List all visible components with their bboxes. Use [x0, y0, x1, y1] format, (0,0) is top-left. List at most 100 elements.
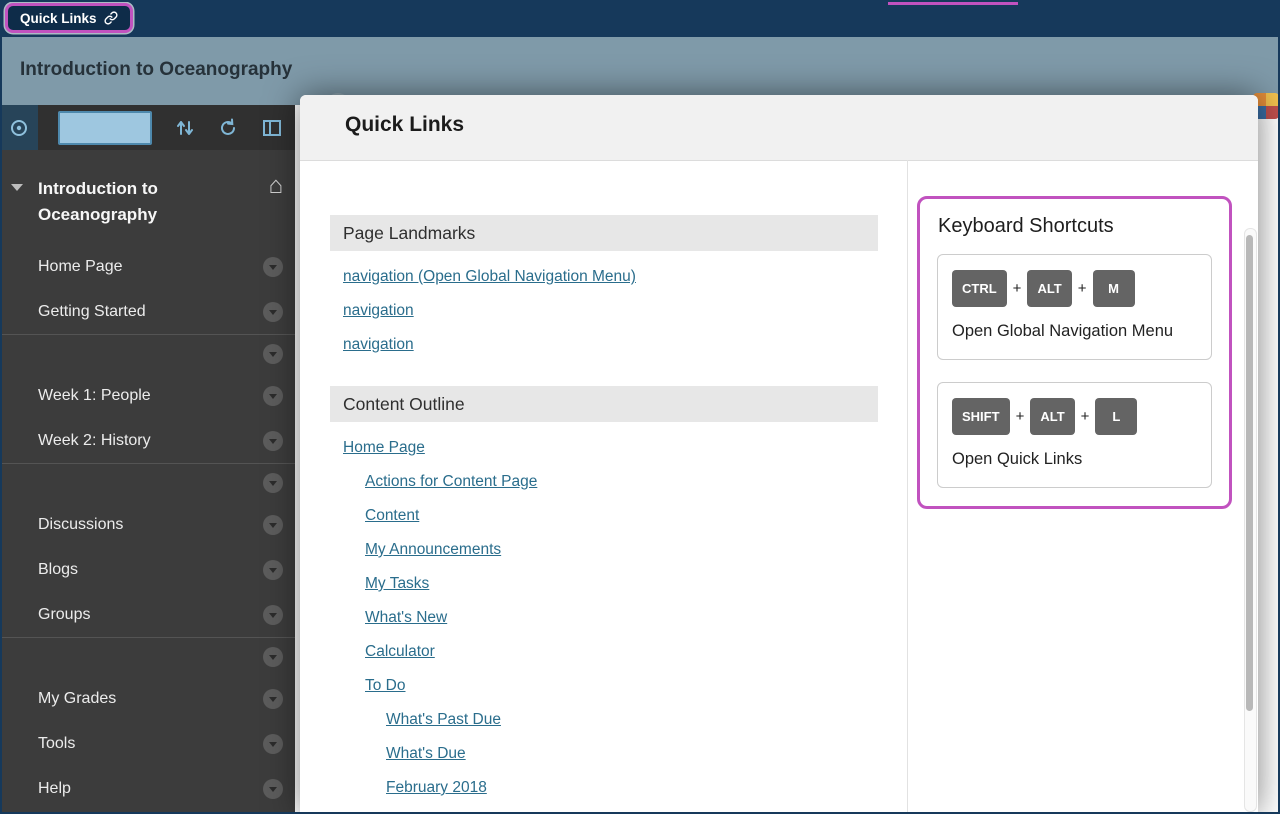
menu-view-toggle[interactable]: [58, 111, 152, 145]
top-accent-strip: [888, 0, 1018, 5]
keycap: SHIFT: [952, 398, 1010, 435]
outline-link-anchor[interactable]: What's New: [365, 609, 447, 626]
shortcut-card: CTRL + ALT + M Open Global Navigation Me…: [937, 254, 1212, 360]
hide-link-chevron[interactable]: [263, 779, 283, 799]
sidebar-item-home-page[interactable]: Home Page: [0, 244, 295, 289]
course-menu-sidebar: Introduction to Oceanography ⌂ Home Page…: [0, 105, 295, 814]
shortcut-label: Open Global Navigation Menu: [952, 319, 1197, 344]
sort-arrows-icon[interactable]: [176, 118, 194, 138]
top-bar: Quick Links: [0, 0, 1280, 37]
hide-link-chevron[interactable]: [263, 302, 283, 322]
sidebar-item-label: Getting Started: [38, 303, 146, 321]
landmark-link: navigation: [343, 328, 878, 362]
sidebar-course-header[interactable]: Introduction to Oceanography ⌂: [0, 150, 295, 244]
sidebar-item-week2[interactable]: Week 2: History: [0, 418, 295, 463]
outline-link-anchor[interactable]: What's Due: [386, 745, 466, 762]
modal-title: Quick Links: [345, 113, 464, 137]
landmark-link: navigation (Open Global Navigation Menu): [343, 260, 878, 294]
sidebar-item-my-grades[interactable]: My Grades: [0, 676, 295, 721]
hide-link-chevron[interactable]: [263, 431, 283, 451]
sidebar-toolbar: [0, 105, 295, 150]
shortcut-label: Open Quick Links: [952, 447, 1197, 472]
keycap: M: [1093, 270, 1135, 307]
sidebar-divider: [0, 637, 295, 676]
outline-link: Actions for Content Page: [343, 465, 878, 499]
keyboard-shortcuts-panel: Keyboard Shortcuts CTRL + ALT + M Open G…: [917, 196, 1232, 509]
modal-left-column: Page Landmarks navigation (Open Global N…: [330, 215, 878, 807]
quick-links-modal: Quick Links Page Landmarks navigation (O…: [300, 95, 1258, 814]
link-icon: [104, 11, 118, 25]
quick-links-button[interactable]: Quick Links: [5, 3, 133, 33]
shortcut-card: SHIFT + ALT + L Open Quick Links: [937, 382, 1212, 488]
hide-link-chevron[interactable]: [263, 257, 283, 277]
hide-link-chevron[interactable]: [263, 647, 283, 667]
course-title: Introduction to Oceanography: [20, 59, 292, 81]
shortcut-keys: CTRL + ALT + M: [952, 270, 1197, 307]
keycap: ALT: [1027, 270, 1071, 307]
collapse-caret-icon[interactable]: [11, 184, 23, 191]
modal-header: Quick Links: [300, 95, 1258, 161]
outline-link: To Do: [343, 669, 878, 703]
plus-separator: +: [1016, 408, 1025, 425]
plus-separator: +: [1078, 280, 1087, 297]
page-landmarks-heading: Page Landmarks: [330, 215, 878, 251]
outline-link-anchor[interactable]: My Announcements: [365, 541, 501, 558]
course-menu: Home Page Getting Started Week 1: People…: [0, 244, 295, 811]
modal-body: Page Landmarks navigation (Open Global N…: [300, 160, 1258, 814]
outline-link: What's Past Due: [343, 703, 878, 737]
scrollbar-thumb[interactable]: [1246, 235, 1253, 711]
content-outline-heading: Content Outline: [330, 386, 878, 422]
sidebar-item-discussions[interactable]: Discussions: [0, 502, 295, 547]
quick-links-button-label: Quick Links: [20, 11, 97, 26]
keyboard-shortcuts-heading: Keyboard Shortcuts: [938, 215, 1229, 238]
sidebar-item-label: My Grades: [38, 690, 116, 708]
outline-link-anchor[interactable]: Actions for Content Page: [365, 473, 537, 490]
shortcut-keys: SHIFT + ALT + L: [952, 398, 1197, 435]
sidebar-course-title: Introduction to Oceanography: [38, 176, 251, 228]
plus-separator: +: [1013, 280, 1022, 297]
sidebar-item-label: Help: [38, 780, 71, 798]
sidebar-item-label: Home Page: [38, 258, 123, 276]
open-window-icon[interactable]: [262, 119, 282, 137]
outline-link-anchor[interactable]: Home Page: [343, 439, 425, 456]
outline-link-anchor[interactable]: To Do: [365, 677, 406, 694]
hide-link-chevron[interactable]: [263, 560, 283, 580]
modal-scrollbar[interactable]: [1244, 228, 1257, 812]
keycap: ALT: [1030, 398, 1074, 435]
sidebar-item-label: Groups: [38, 606, 90, 624]
landmark-link: navigation: [343, 294, 878, 328]
outline-link: My Announcements: [343, 533, 878, 567]
landmark-link-anchor[interactable]: navigation: [343, 302, 414, 319]
hide-link-chevron[interactable]: [263, 734, 283, 754]
outline-link: Home Page: [343, 431, 878, 465]
landmark-link-anchor[interactable]: navigation (Open Global Navigation Menu): [343, 268, 636, 285]
menu-target-icon[interactable]: [0, 105, 38, 150]
sidebar-item-week1[interactable]: Week 1: People: [0, 373, 295, 418]
sidebar-item-blogs[interactable]: Blogs: [0, 547, 295, 592]
sidebar-item-label: Week 1: People: [38, 387, 151, 405]
sidebar-item-tools[interactable]: Tools: [0, 721, 295, 766]
hide-link-chevron[interactable]: [263, 689, 283, 709]
hide-link-chevron[interactable]: [263, 515, 283, 535]
refresh-icon[interactable]: [218, 118, 238, 138]
hide-link-chevron[interactable]: [263, 605, 283, 625]
keycap: L: [1095, 398, 1137, 435]
outline-link-anchor[interactable]: My Tasks: [365, 575, 429, 592]
hide-link-chevron[interactable]: [263, 473, 283, 493]
keycap: CTRL: [952, 270, 1007, 307]
outline-link: What's New: [343, 601, 878, 635]
hide-link-chevron[interactable]: [263, 386, 283, 406]
hide-link-chevron[interactable]: [263, 344, 283, 364]
landmark-link-anchor[interactable]: navigation: [343, 336, 414, 353]
sidebar-item-label: Blogs: [38, 561, 78, 579]
sidebar-item-help[interactable]: Help: [0, 766, 295, 811]
outline-link-anchor[interactable]: Calculator: [365, 643, 435, 660]
outline-link: February 2018: [343, 771, 878, 805]
outline-link-anchor[interactable]: Content: [365, 507, 419, 524]
outline-link-anchor[interactable]: February 2018: [386, 779, 487, 796]
sidebar-item-groups[interactable]: Groups: [0, 592, 295, 637]
sidebar-item-getting-started[interactable]: Getting Started: [0, 289, 295, 334]
outline-link: My Tasks: [343, 567, 878, 601]
home-icon: ⌂: [269, 174, 284, 198]
outline-link-anchor[interactable]: What's Past Due: [386, 711, 501, 728]
